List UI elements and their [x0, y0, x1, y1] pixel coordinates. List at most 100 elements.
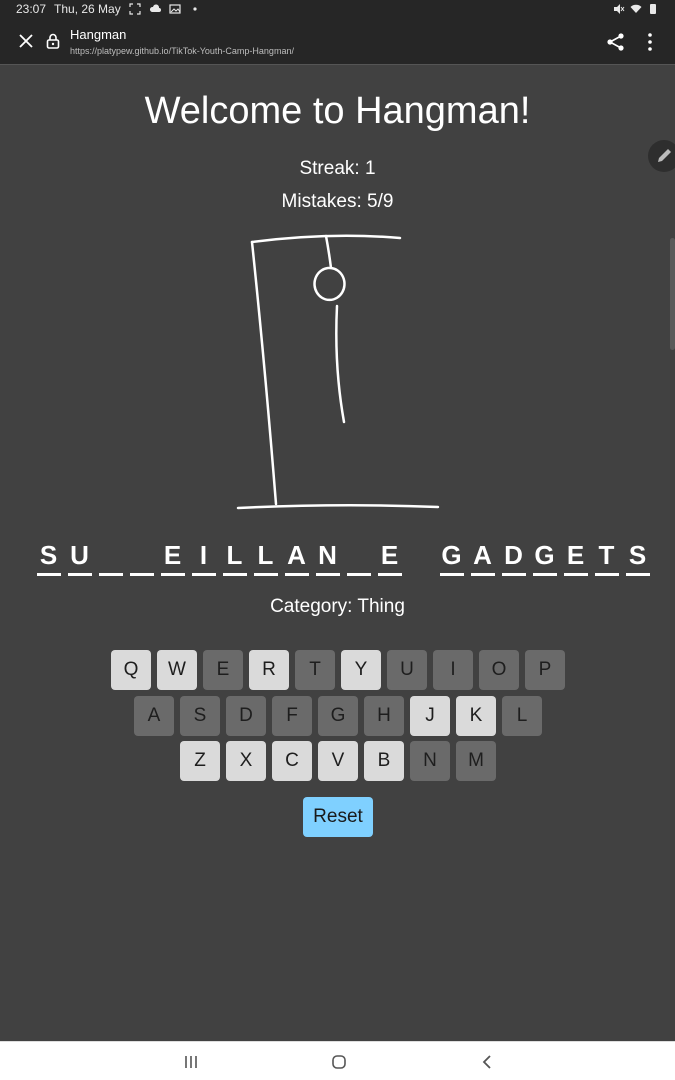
hangman-body [335, 304, 346, 424]
key-i: I [433, 650, 473, 690]
mistakes-counter: Mistakes: 5/9 [281, 191, 394, 212]
status-date: Thu, 26 May [54, 2, 121, 16]
letter-underline [594, 573, 619, 576]
letter-slot-char: L [257, 540, 274, 570]
letter-slot [343, 536, 374, 576]
letter-underline [563, 573, 588, 576]
letter-underline [36, 573, 61, 576]
hangman-page: Welcome to Hangman! Streak: 1 Mistakes: … [0, 66, 675, 1041]
letter-slot: U [64, 536, 95, 576]
key-o: O [479, 650, 519, 690]
key-u: U [387, 650, 427, 690]
key-n: N [410, 741, 450, 781]
letter-slot-char: I [199, 540, 208, 570]
reset-button[interactable]: Reset [303, 797, 373, 837]
key-b[interactable]: B [364, 741, 404, 781]
lock-icon[interactable] [44, 32, 62, 50]
key-l: L [502, 696, 542, 736]
letter-slot-char: L [226, 540, 243, 570]
letter-underline [222, 573, 247, 576]
key-z[interactable]: Z [180, 741, 220, 781]
letter-slot: D [498, 536, 529, 576]
key-e: E [203, 650, 243, 690]
page-title: Hangman [70, 27, 127, 42]
letter-slot: A [281, 536, 312, 576]
letter-underline [98, 573, 123, 576]
key-f: F [272, 696, 312, 736]
battery-icon [650, 4, 656, 14]
letter-slot: S [622, 536, 653, 576]
screenshot-icon [129, 3, 141, 15]
key-x[interactable]: X [226, 741, 266, 781]
letter-slot-char: S [39, 540, 58, 570]
letter-underline [129, 573, 154, 576]
url-text[interactable]: https://platypew.github.io/TikTok-Youth-… [70, 46, 294, 56]
letter-slot [126, 536, 157, 576]
gallows-rope [324, 234, 333, 270]
key-q[interactable]: Q [111, 650, 151, 690]
keyboard-row: ZXCVBNM [180, 741, 496, 781]
home-icon[interactable] [330, 1053, 348, 1071]
letter-underline [346, 573, 371, 576]
letter-slot-char: G [441, 540, 462, 570]
letter-underline [377, 573, 402, 576]
letter-slot-char: S [628, 540, 647, 570]
browser-toolbar: Hangman https://platypew.github.io/TikTo… [0, 19, 675, 65]
word-display: SUEILLANE GADGETS [33, 536, 653, 576]
key-y[interactable]: Y [341, 650, 381, 690]
recents-icon[interactable] [182, 1054, 200, 1070]
letter-slot-char: E [566, 540, 585, 570]
letter-slot-char: G [534, 540, 555, 570]
dot-icon [193, 7, 197, 11]
edit-floating-button[interactable] [648, 140, 675, 172]
letter-slot: I [188, 536, 219, 576]
letter-slot-char: E [380, 540, 399, 570]
key-v[interactable]: V [318, 741, 358, 781]
letter-slot-char: E [163, 540, 182, 570]
letter-slot: E [374, 536, 405, 576]
more-menu-icon[interactable] [640, 31, 660, 53]
letter-slot-char: D [504, 540, 523, 570]
letter-underline [315, 573, 340, 576]
gallows-pole [250, 240, 278, 506]
letter-underline [160, 573, 185, 576]
letter-underline [284, 573, 309, 576]
back-icon[interactable] [480, 1053, 494, 1071]
word-space [405, 536, 436, 576]
status-time: 23:07 [16, 2, 47, 16]
category-label: Category: Thing [270, 596, 405, 617]
keyboard-row: ASDFGHJKL [134, 696, 542, 736]
letter-underline [409, 573, 433, 576]
key-r[interactable]: R [249, 650, 289, 690]
letter-slot: A [467, 536, 498, 576]
letter-underline [253, 573, 278, 576]
key-c[interactable]: C [272, 741, 312, 781]
letter-underline [532, 573, 557, 576]
letter-slot: L [219, 536, 250, 576]
key-w[interactable]: W [157, 650, 197, 690]
key-k[interactable]: K [456, 696, 496, 736]
close-icon[interactable] [16, 31, 36, 51]
key-s: S [180, 696, 220, 736]
gallows-base [236, 503, 440, 510]
key-t: T [295, 650, 335, 690]
gallery-icon [169, 4, 181, 14]
scrollbar[interactable] [670, 238, 675, 350]
letter-underline [625, 573, 650, 576]
hangman-head [313, 266, 346, 302]
game-heading: Welcome to Hangman! [144, 90, 531, 132]
letter-slot: G [529, 536, 560, 576]
letter-slot: E [157, 536, 188, 576]
letter-slot: E [560, 536, 591, 576]
share-icon[interactable] [605, 31, 627, 53]
keyboard-row: QWERTYUIOP [111, 650, 565, 690]
letter-slot-char: N [318, 540, 337, 570]
letter-slot: T [591, 536, 622, 576]
pencil-icon [658, 149, 671, 162]
streak-counter: Streak: 1 [299, 158, 376, 179]
letter-slot: S [33, 536, 64, 576]
letter-underline [191, 573, 216, 576]
mute-icon [614, 4, 625, 14]
key-h: H [364, 696, 404, 736]
key-j[interactable]: J [410, 696, 450, 736]
